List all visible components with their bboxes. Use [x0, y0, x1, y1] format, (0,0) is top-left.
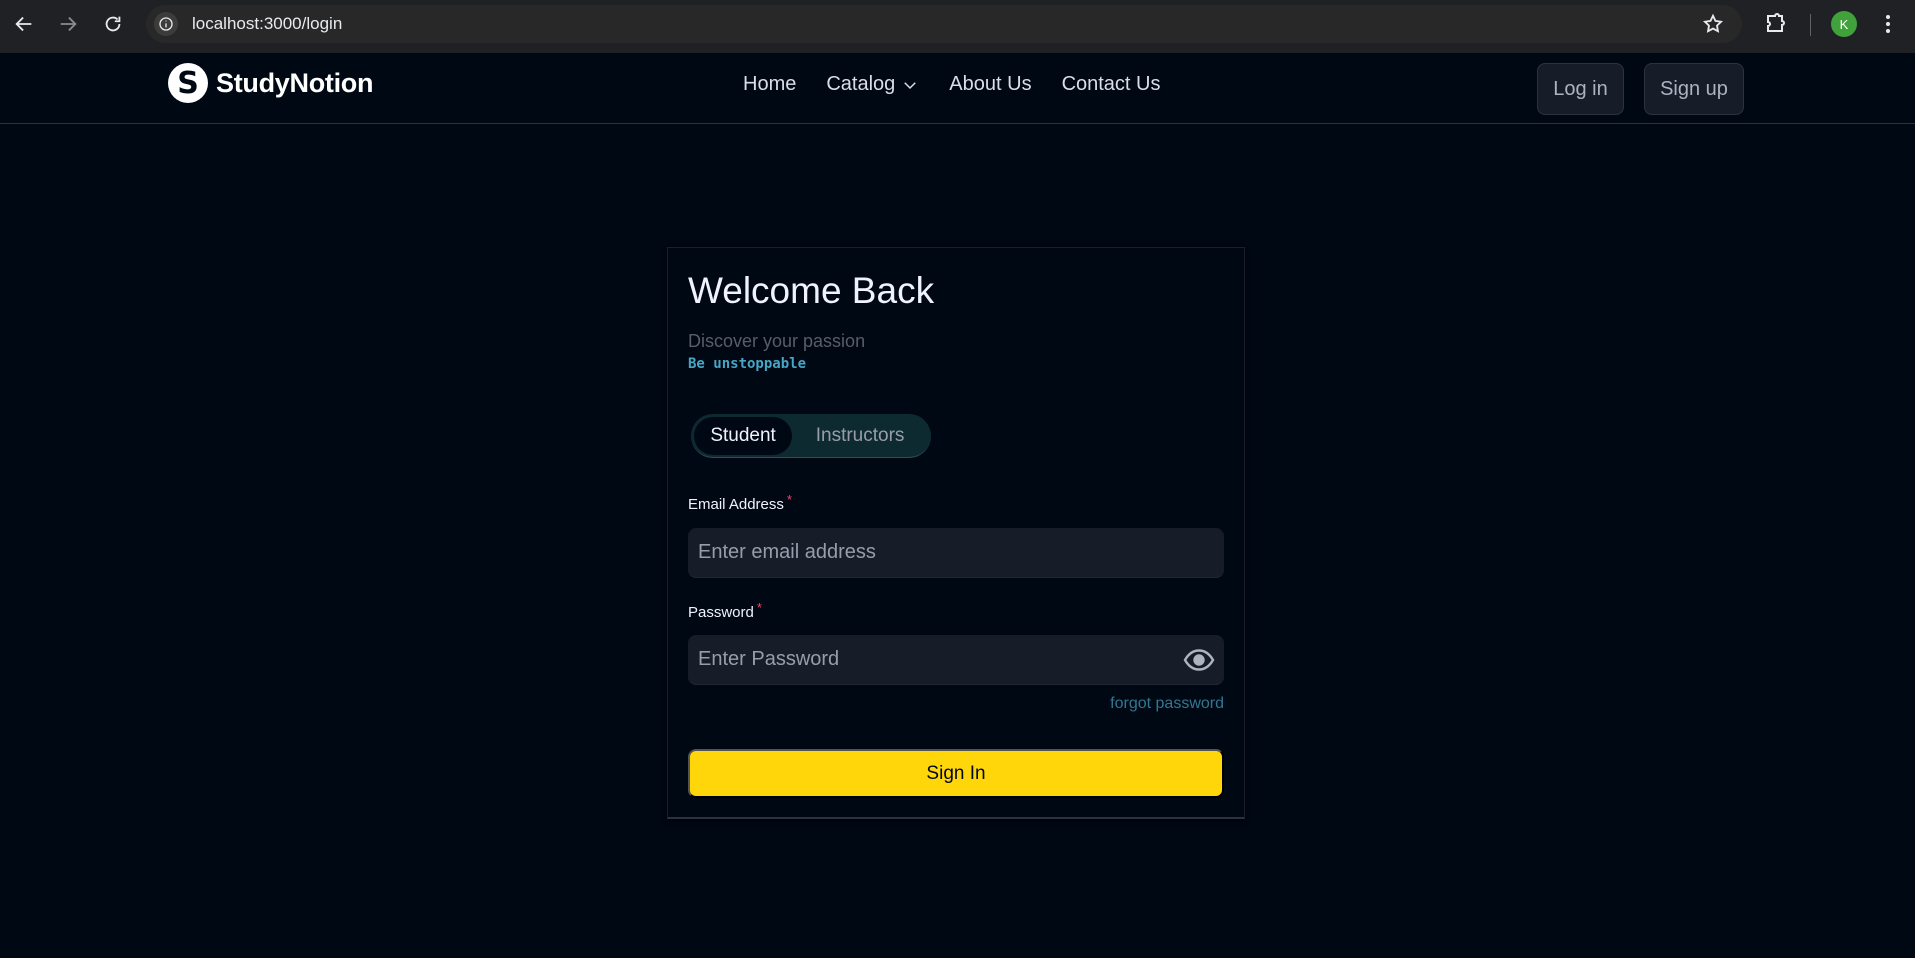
role-toggle: Student Instructors: [691, 414, 931, 458]
email-placeholder: Enter email address: [698, 541, 876, 563]
eye-icon[interactable]: [1183, 647, 1215, 679]
logo-mark-icon: S: [168, 63, 208, 103]
nav-catalog[interactable]: Catalog: [826, 73, 919, 96]
password-field[interactable]: Enter Password: [688, 635, 1224, 685]
tab-instructors[interactable]: Instructors: [792, 417, 928, 455]
page-title: Welcome Back: [688, 270, 935, 311]
address-bar[interactable]: localhost:3000/login: [146, 5, 1742, 43]
toolbar-divider: [1810, 14, 1811, 36]
login-card: Welcome Back Discover your passion Be un…: [667, 247, 1245, 819]
password-placeholder: Enter Password: [698, 648, 840, 670]
bookmark-star-icon[interactable]: [1702, 13, 1724, 40]
sign-in-button[interactable]: Sign In: [688, 749, 1224, 798]
forward-arrow-icon[interactable]: [54, 10, 82, 38]
password-label-text: Password: [688, 604, 754, 621]
kebab-menu-icon[interactable]: [1878, 12, 1898, 41]
chevron-down-icon: [904, 81, 917, 89]
nav-home[interactable]: Home: [743, 73, 796, 96]
email-label-text: Email Address: [688, 496, 784, 513]
nav-about-us[interactable]: About Us: [949, 73, 1031, 96]
required-marker: *: [786, 492, 792, 507]
logo-text: StudyNotion: [216, 67, 374, 98]
browser-toolbar: localhost:3000/login K: [0, 0, 1915, 53]
subtitle: Discover your passion: [688, 331, 866, 351]
email-field[interactable]: Enter email address: [688, 528, 1224, 578]
forgot-password-link[interactable]: forgot password: [1110, 695, 1224, 713]
main-nav: Home Catalog About Us Contact Us: [743, 73, 1161, 96]
profile-avatar[interactable]: K: [1831, 11, 1857, 37]
nav-catalog-label: Catalog: [826, 73, 896, 95]
required-marker: *: [756, 600, 762, 615]
extensions-puzzle-icon[interactable]: [1763, 12, 1787, 41]
tab-student[interactable]: Student: [694, 416, 793, 455]
email-label: Email Address *: [688, 492, 792, 513]
reload-icon[interactable]: [99, 10, 127, 38]
site-header: S StudyNotion Home Catalog About Us Cont…: [0, 53, 1915, 124]
back-arrow-icon[interactable]: [10, 10, 38, 38]
login-button[interactable]: Log in: [1537, 63, 1624, 115]
password-label: Password *: [688, 600, 762, 621]
tagline: Be unstoppable: [688, 356, 807, 372]
brand-logo[interactable]: S StudyNotion: [168, 63, 373, 103]
site-info-icon[interactable]: [154, 12, 178, 36]
nav-contact-us[interactable]: Contact Us: [1062, 73, 1161, 96]
url-text[interactable]: localhost:3000/login: [192, 14, 342, 34]
signup-button[interactable]: Sign up: [1644, 63, 1744, 115]
